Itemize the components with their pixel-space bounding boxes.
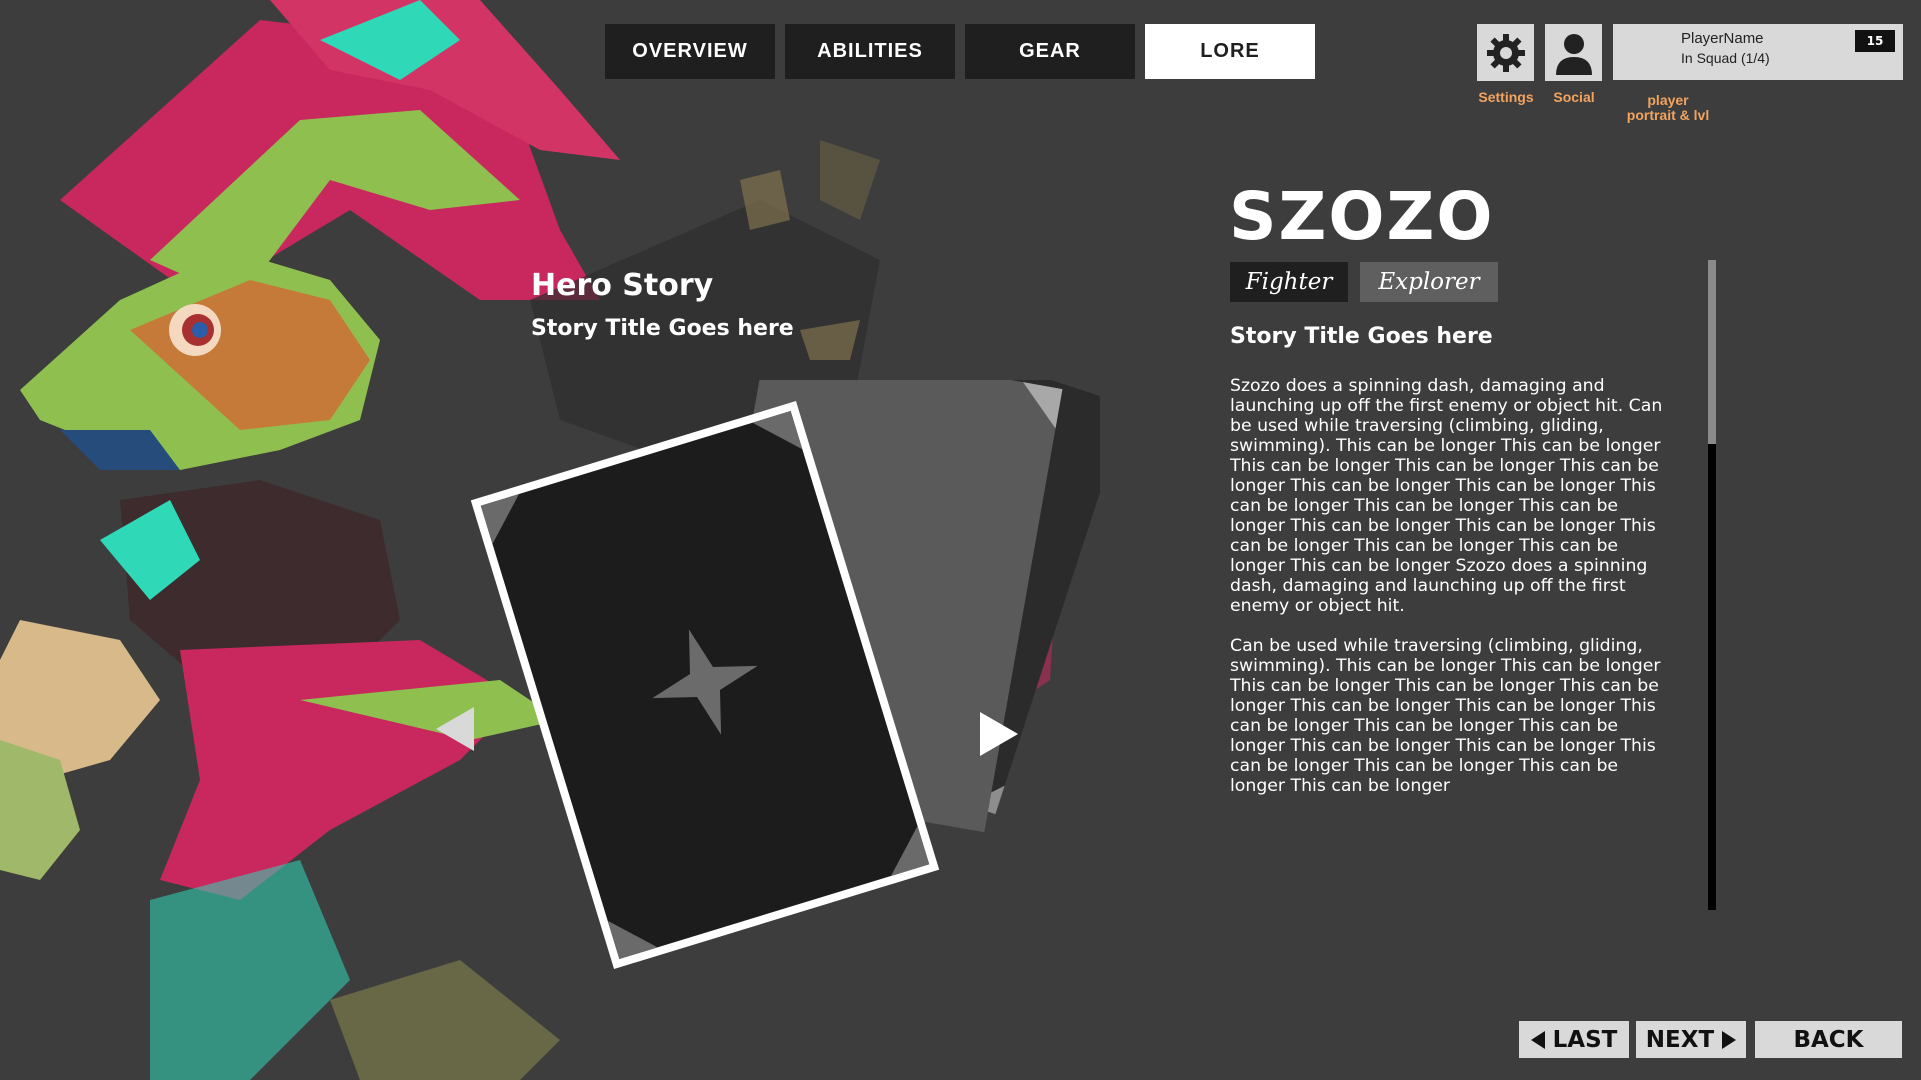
tab-gear[interactable]: GEAR bbox=[965, 24, 1135, 79]
tab-overview[interactable]: OVERVIEW bbox=[605, 24, 775, 79]
player-squad-status: In Squad (1/4) bbox=[1681, 50, 1770, 66]
social-label: Social bbox=[1553, 89, 1595, 105]
scrollbar-thumb[interactable] bbox=[1708, 260, 1716, 444]
last-button-label: LAST bbox=[1552, 1026, 1618, 1053]
portrait-caption-line2: portrait & lvl bbox=[1626, 107, 1710, 123]
settings-button[interactable] bbox=[1477, 24, 1534, 81]
next-button[interactable]: NEXT bbox=[1636, 1021, 1746, 1058]
person-icon bbox=[1555, 33, 1592, 75]
gear-icon bbox=[1486, 33, 1525, 72]
left-arrow-icon bbox=[436, 707, 474, 751]
hero-story-heading: Hero Story bbox=[531, 268, 714, 303]
hero-name: SZOZO bbox=[1229, 178, 1495, 255]
portrait-caption: player portrait & lvl bbox=[1608, 93, 1728, 123]
story-paragraph: Can be used while traversing (climbing, … bbox=[1230, 636, 1661, 796]
portrait-caption-line1: player bbox=[1647, 92, 1689, 108]
prev-story-arrow[interactable] bbox=[432, 705, 478, 753]
right-arrow-icon bbox=[980, 712, 1018, 756]
right-triangle-icon bbox=[1722, 1030, 1737, 1049]
player-portrait-panel[interactable]: PlayerName In Squad (1/4) 15 bbox=[1613, 24, 1903, 80]
next-button-label: NEXT bbox=[1645, 1026, 1715, 1053]
left-triangle-icon bbox=[1530, 1030, 1545, 1049]
role-tag-fighter: Fighter bbox=[1230, 262, 1348, 302]
tab-lore[interactable]: LORE bbox=[1145, 24, 1315, 79]
back-button[interactable]: BACK bbox=[1755, 1021, 1902, 1058]
story-title: Story Title Goes here bbox=[1230, 324, 1493, 349]
settings-label: Settings bbox=[1478, 89, 1534, 105]
role-tag-explorer: Explorer bbox=[1360, 262, 1498, 302]
story-scrollbar[interactable] bbox=[1708, 260, 1716, 910]
player-level-badge: 15 bbox=[1855, 30, 1895, 52]
story-body: Szozo does a spinning dash, damaging and… bbox=[1230, 376, 1670, 816]
story-paragraph: Szozo does a spinning dash, damaging and… bbox=[1230, 376, 1663, 616]
social-button[interactable] bbox=[1545, 24, 1602, 81]
story-card-stack bbox=[470, 380, 1100, 969]
tab-abilities[interactable]: ABILITIES bbox=[785, 24, 955, 79]
next-story-arrow[interactable] bbox=[976, 710, 1022, 758]
player-name: PlayerName bbox=[1681, 30, 1764, 47]
hero-story-subtitle: Story Title Goes here bbox=[531, 316, 794, 341]
last-button[interactable]: LAST bbox=[1519, 1021, 1629, 1058]
